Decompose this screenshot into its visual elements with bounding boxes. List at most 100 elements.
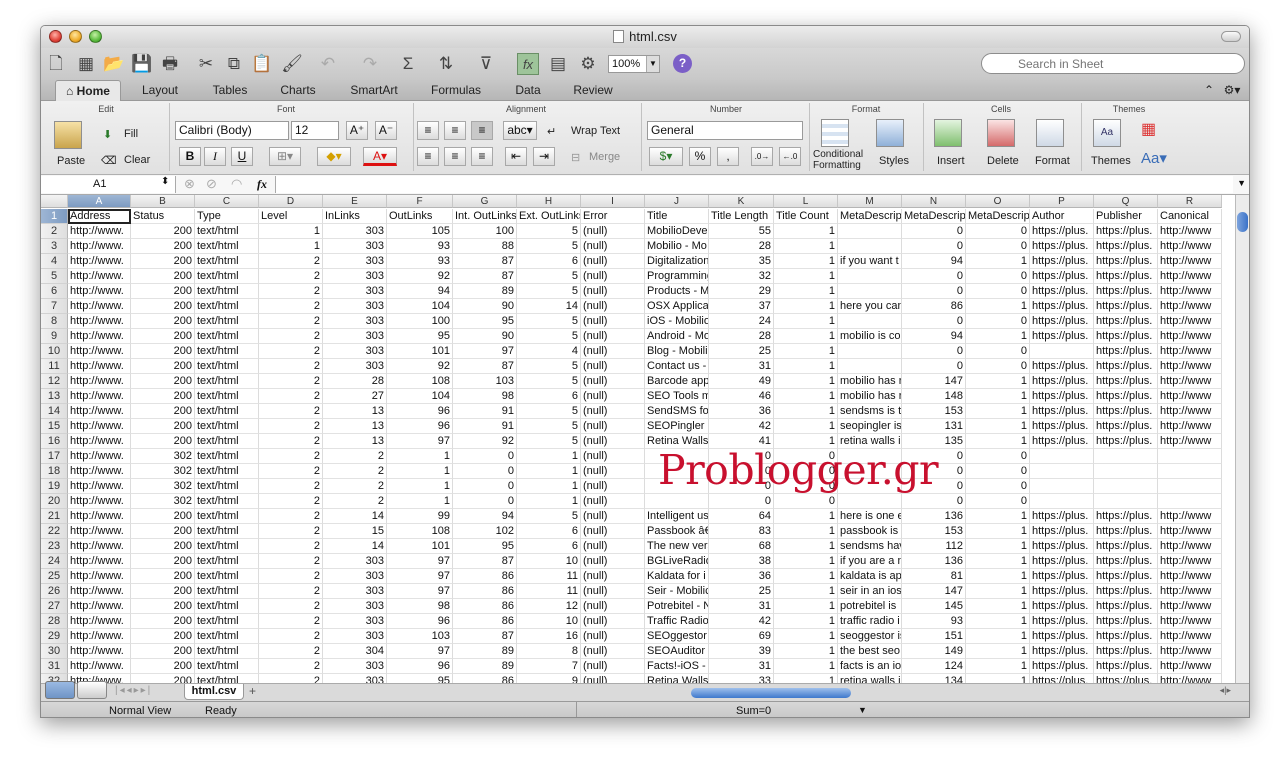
cell[interactable]: 64 — [709, 509, 774, 524]
cell[interactable]: 303 — [323, 269, 387, 284]
cell[interactable]: http://www. — [68, 419, 131, 434]
cell[interactable]: 0 — [966, 464, 1030, 479]
cell[interactable]: sendsms is th — [838, 404, 902, 419]
copy-icon[interactable]: ⧉ — [223, 53, 245, 75]
cell[interactable]: 0 — [966, 494, 1030, 509]
cell[interactable]: (null) — [581, 449, 645, 464]
cell[interactable]: 28 — [709, 239, 774, 254]
sum-indicator[interactable]: Sum=0 — [736, 705, 771, 717]
cell[interactable]: 0 — [774, 479, 838, 494]
cell[interactable]: https://plus. — [1094, 254, 1158, 269]
cell[interactable]: 303 — [323, 299, 387, 314]
cell[interactable]: https://plus. — [1094, 659, 1158, 674]
cell[interactable]: 6 — [517, 539, 581, 554]
cell[interactable]: 1 — [966, 524, 1030, 539]
column-header-G[interactable]: G — [453, 195, 517, 208]
tab-formulas[interactable]: Formulas — [421, 80, 491, 101]
cell[interactable]: 49 — [709, 374, 774, 389]
cell[interactable]: 13 — [323, 434, 387, 449]
cell[interactable]: 303 — [323, 344, 387, 359]
cell[interactable] — [1094, 464, 1158, 479]
cell[interactable]: 303 — [323, 614, 387, 629]
cell[interactable]: https://plus. — [1030, 254, 1094, 269]
cell[interactable]: 1 — [387, 479, 453, 494]
cell[interactable]: 97 — [387, 554, 453, 569]
cell[interactable] — [838, 464, 902, 479]
cell[interactable]: 92 — [453, 434, 517, 449]
fill-button[interactable]: Fill — [124, 128, 138, 140]
cell[interactable]: 1 — [774, 539, 838, 554]
cell[interactable]: http://www — [1158, 404, 1222, 419]
cell[interactable]: 39 — [709, 644, 774, 659]
cell[interactable]: 1 — [966, 434, 1030, 449]
cell[interactable]: 1 — [387, 494, 453, 509]
cell[interactable]: 41 — [709, 434, 774, 449]
cell[interactable]: 89 — [453, 284, 517, 299]
cell[interactable]: 94 — [453, 509, 517, 524]
name-box[interactable]: A1 — [41, 176, 176, 193]
format-cells-icon[interactable] — [1036, 119, 1064, 147]
cell[interactable]: http://www. — [68, 404, 131, 419]
cell[interactable]: 91 — [453, 419, 517, 434]
cell[interactable]: text/html — [195, 554, 259, 569]
cell[interactable] — [838, 314, 902, 329]
cell[interactable]: 303 — [323, 224, 387, 239]
column-title-cell[interactable]: Title Length — [709, 209, 774, 224]
cell[interactable]: 1 — [774, 344, 838, 359]
cell[interactable]: 93 — [387, 254, 453, 269]
tab-smartart[interactable]: SmartArt — [339, 80, 409, 101]
row-header[interactable]: 9 — [41, 329, 68, 344]
format-painter-icon[interactable]: 🖌 — [281, 53, 303, 75]
cell[interactable]: 6 — [517, 389, 581, 404]
row-header[interactable]: 17 — [41, 449, 68, 464]
cell[interactable]: 1 — [387, 464, 453, 479]
cell[interactable]: 200 — [131, 674, 195, 683]
minimize-window-button[interactable] — [69, 30, 82, 43]
cell[interactable]: (null) — [581, 614, 645, 629]
column-title-cell[interactable]: Author — [1030, 209, 1094, 224]
cell[interactable]: Traffic Radio — [645, 614, 709, 629]
cell[interactable]: text/html — [195, 569, 259, 584]
cell[interactable]: 136 — [902, 554, 966, 569]
conditional-formatting-label-1[interactable]: Conditional — [813, 149, 863, 160]
cell[interactable]: 46 — [709, 389, 774, 404]
autosum-icon[interactable]: Σ — [397, 53, 419, 75]
cell[interactable]: 2 — [259, 434, 323, 449]
cell[interactable]: 5 — [517, 374, 581, 389]
vertical-scroll-thumb[interactable] — [1237, 212, 1248, 232]
column-title-cell[interactable]: MetaDescrip — [902, 209, 966, 224]
cell[interactable]: Contact us - — [645, 359, 709, 374]
cell[interactable]: 0 — [774, 464, 838, 479]
cell[interactable]: 2 — [323, 449, 387, 464]
cell[interactable]: text/html — [195, 509, 259, 524]
cell[interactable]: 2 — [259, 599, 323, 614]
cell[interactable]: 2 — [259, 449, 323, 464]
cell[interactable]: 6 — [517, 524, 581, 539]
cell[interactable]: 0 — [709, 464, 774, 479]
filter-icon[interactable]: ⊽ — [475, 53, 497, 75]
cell[interactable]: 2 — [259, 554, 323, 569]
cell[interactable]: seopingler is — [838, 419, 902, 434]
sheet-tab-html-csv[interactable]: html.csv — [184, 684, 244, 700]
row-header[interactable]: 8 — [41, 314, 68, 329]
cell[interactable] — [838, 284, 902, 299]
row-header[interactable]: 13 — [41, 389, 68, 404]
cell[interactable]: text/html — [195, 404, 259, 419]
row-header[interactable]: 5 — [41, 269, 68, 284]
cell[interactable]: 1 — [966, 374, 1030, 389]
cell[interactable] — [1094, 449, 1158, 464]
cell[interactable]: 1 — [387, 449, 453, 464]
row-header[interactable]: 10 — [41, 344, 68, 359]
open-icon[interactable]: 📂 — [103, 53, 125, 75]
cell[interactable]: 1 — [966, 584, 1030, 599]
cell[interactable]: http://www. — [68, 344, 131, 359]
cell[interactable]: 200 — [131, 629, 195, 644]
cell[interactable]: 5 — [517, 314, 581, 329]
cell[interactable]: text/html — [195, 629, 259, 644]
column-title-cell[interactable]: Status — [131, 209, 195, 224]
cell[interactable]: http://www. — [68, 464, 131, 479]
save-icon[interactable]: 💾 — [131, 53, 153, 75]
merge-button[interactable]: Merge — [589, 151, 620, 163]
cell[interactable]: text/html — [195, 389, 259, 404]
cell[interactable]: SEOAuditor f — [645, 644, 709, 659]
